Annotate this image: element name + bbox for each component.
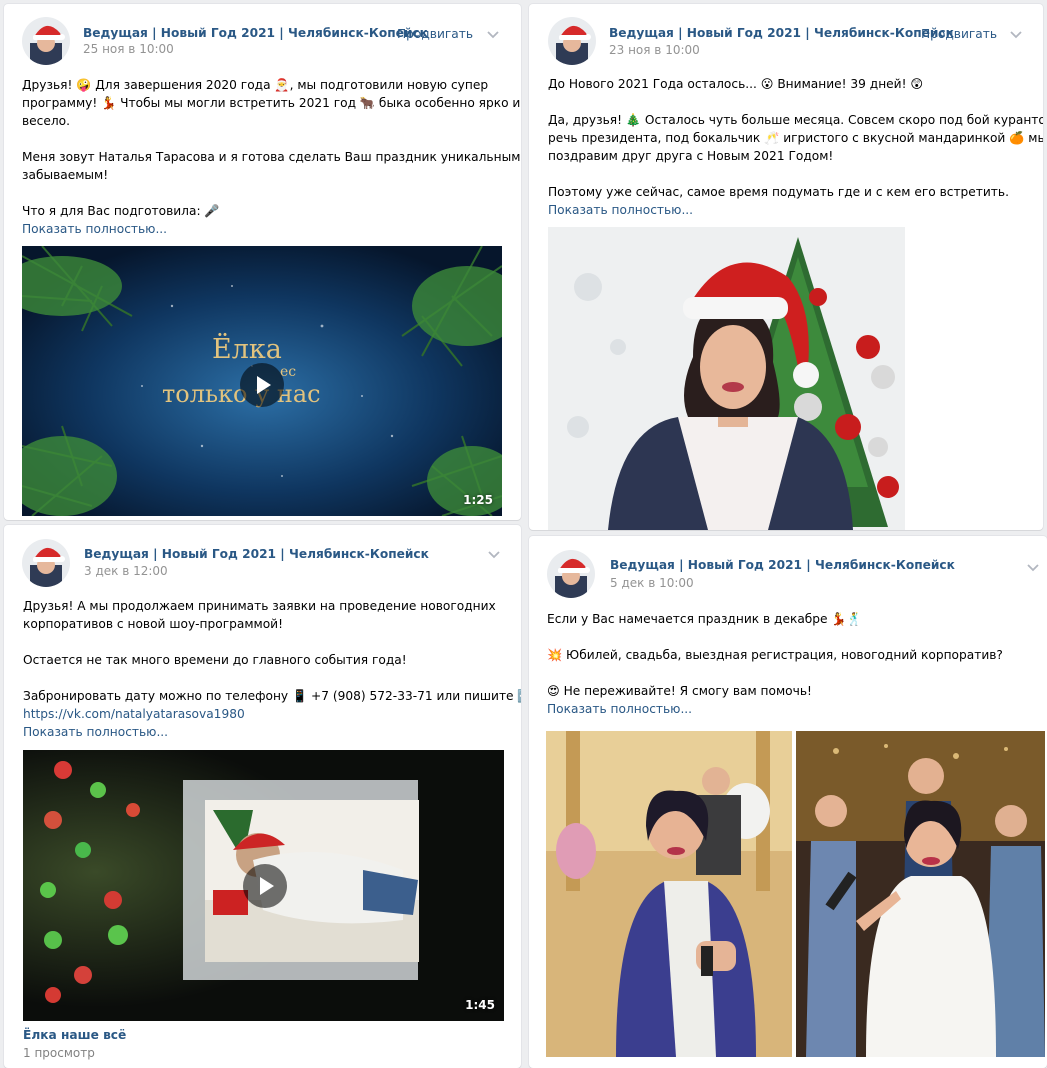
post-date[interactable]: 23 ноя в 10:00	[609, 43, 700, 57]
show-more-link[interactable]: Показать полностью...	[548, 201, 1043, 219]
play-icon[interactable]	[243, 864, 287, 908]
post-header: Ведущая | Новый Год 2021 | Челябинск-Коп…	[529, 536, 1047, 602]
post-date[interactable]: 25 ноя в 10:00	[83, 42, 174, 56]
show-more-link[interactable]: Показать полностью...	[547, 700, 1003, 718]
post-3: Ведущая | Новый Год 2021 | Челябинск-Коп…	[4, 525, 521, 1068]
post-text-line: Друзья! А мы продолжаем принимать заявки…	[23, 599, 496, 613]
avatar[interactable]	[547, 550, 595, 598]
play-icon[interactable]	[240, 363, 284, 407]
post-text-line	[547, 628, 1003, 646]
post-2: Ведущая | Новый Год 2021 | Челябинск-Коп…	[529, 4, 1043, 530]
chevron-down-icon[interactable]	[1009, 30, 1023, 40]
post-text-line	[22, 184, 521, 202]
post-text-line: Меня зовут Наталья Тарасова и я готова с…	[22, 150, 521, 164]
post-text-line: весело.	[22, 114, 71, 128]
post-author[interactable]: Ведущая | Новый Год 2021 | Челябинск-Коп…	[83, 26, 428, 40]
show-more-link[interactable]: Показать полностью...	[23, 723, 521, 741]
post-text-line: речь президента, под бокальчик 🥂 игристо…	[548, 131, 1043, 145]
post-text-line: Забронировать дату можно по телефону 📱 +…	[23, 689, 521, 703]
post-author[interactable]: Ведущая | Новый Год 2021 | Челябинск-Коп…	[84, 547, 429, 561]
promote-button[interactable]: Продвигать	[921, 27, 997, 41]
video-overlay-line: Ёлка	[212, 334, 282, 365]
video-duration: 1:25	[463, 493, 493, 507]
post-text: Друзья! 🤪 Для завершения 2020 года 🎅, мы…	[22, 76, 521, 238]
post-1: Ведущая | Новый Год 2021 | Челябинск-Коп…	[4, 4, 521, 520]
post-text-line	[22, 130, 521, 148]
chevron-down-icon[interactable]	[486, 30, 500, 40]
post-text: До Нового 2021 Года осталось... 😮 Вниман…	[548, 75, 1043, 219]
post-date[interactable]: 3 дек в 12:00	[84, 564, 168, 578]
post-text-line: Если у Вас намечается праздник в декабре…	[547, 612, 862, 626]
chevron-down-icon[interactable]	[487, 550, 501, 560]
post-text-line: До Нового 2021 Года осталось... 😮 Вниман…	[548, 77, 924, 91]
video-player[interactable]: 1:45	[23, 750, 504, 1021]
post-author[interactable]: Ведущая | Новый Год 2021 | Челябинск-Коп…	[609, 26, 954, 40]
post-date[interactable]: 5 дек в 10:00	[610, 576, 694, 590]
post-text-line: программу! 💃 Чтобы мы могли встретить 20…	[22, 96, 521, 110]
post-header: Ведущая | Новый Год 2021 | Челябинск-Коп…	[4, 525, 521, 591]
avatar[interactable]	[22, 539, 70, 587]
post-text-line: забываемым!	[22, 168, 109, 182]
photo-host-santa-hat	[548, 227, 905, 530]
avatar[interactable]	[548, 17, 596, 65]
post-text-line: 😍 Не переживайте! Я смогу вам помочь!	[547, 684, 812, 698]
video-duration: 1:45	[465, 998, 495, 1012]
post-header: Ведущая | Новый Год 2021 | Челябинск-Коп…	[4, 4, 521, 70]
post-text-line	[23, 633, 521, 651]
photo-wedding-host	[546, 731, 792, 1057]
photo-party-host	[796, 731, 1045, 1057]
post-author[interactable]: Ведущая | Новый Год 2021 | Челябинск-Коп…	[610, 558, 955, 572]
post-text-line	[548, 165, 1043, 183]
post-photo[interactable]	[546, 731, 792, 1057]
post-text-line	[547, 664, 1003, 682]
post-text-line: корпоративов с новой шоу-программой!	[23, 617, 283, 631]
post-text-line: Поэтому уже сейчас, самое время подумать…	[548, 185, 1009, 199]
post-text-line: 💥 Юбилей, свадьба, выездная регистрация,…	[547, 648, 1003, 662]
video-title[interactable]: Ёлка наше всё	[23, 1028, 126, 1042]
post-photo[interactable]	[548, 227, 905, 530]
post-text-line: Что я для Вас подготовила: 🎤	[22, 204, 220, 218]
video-player[interactable]: Ёлка ес только у нас 1:25	[22, 246, 502, 516]
post-text-line	[548, 93, 1043, 111]
post-header: Ведущая | Новый Год 2021 | Челябинск-Коп…	[529, 4, 1043, 70]
avatar[interactable]	[22, 17, 70, 65]
video-overlay-text: Ёлка ес только у нас	[162, 334, 321, 409]
post-text: Если у Вас намечается праздник в декабре…	[547, 610, 1003, 718]
post-text-line	[23, 669, 521, 687]
post-photo[interactable]	[796, 731, 1045, 1057]
post-text-line: Да, друзья! 🎄 Осталось чуть больше месяц…	[548, 113, 1043, 127]
post-text-line: Друзья! 🤪 Для завершения 2020 года 🎅, мы…	[22, 78, 489, 92]
chevron-down-icon[interactable]	[1026, 563, 1040, 573]
post-4: Ведущая | Новый Год 2021 | Челябинск-Коп…	[529, 536, 1047, 1068]
post-text-line: поздравим друг друга с Новым 2021 Годом!	[548, 149, 834, 163]
video-views: 1 просмотр	[23, 1046, 95, 1060]
promote-button[interactable]: Продвигать	[397, 27, 473, 41]
post-link[interactable]: https://vk.com/natalyatarasova1980	[23, 705, 521, 723]
post-text-line: Остается не так много времени до главног…	[23, 653, 407, 667]
show-more-link[interactable]: Показать полностью...	[22, 220, 521, 238]
post-text: Друзья! А мы продолжаем принимать заявки…	[23, 597, 521, 741]
